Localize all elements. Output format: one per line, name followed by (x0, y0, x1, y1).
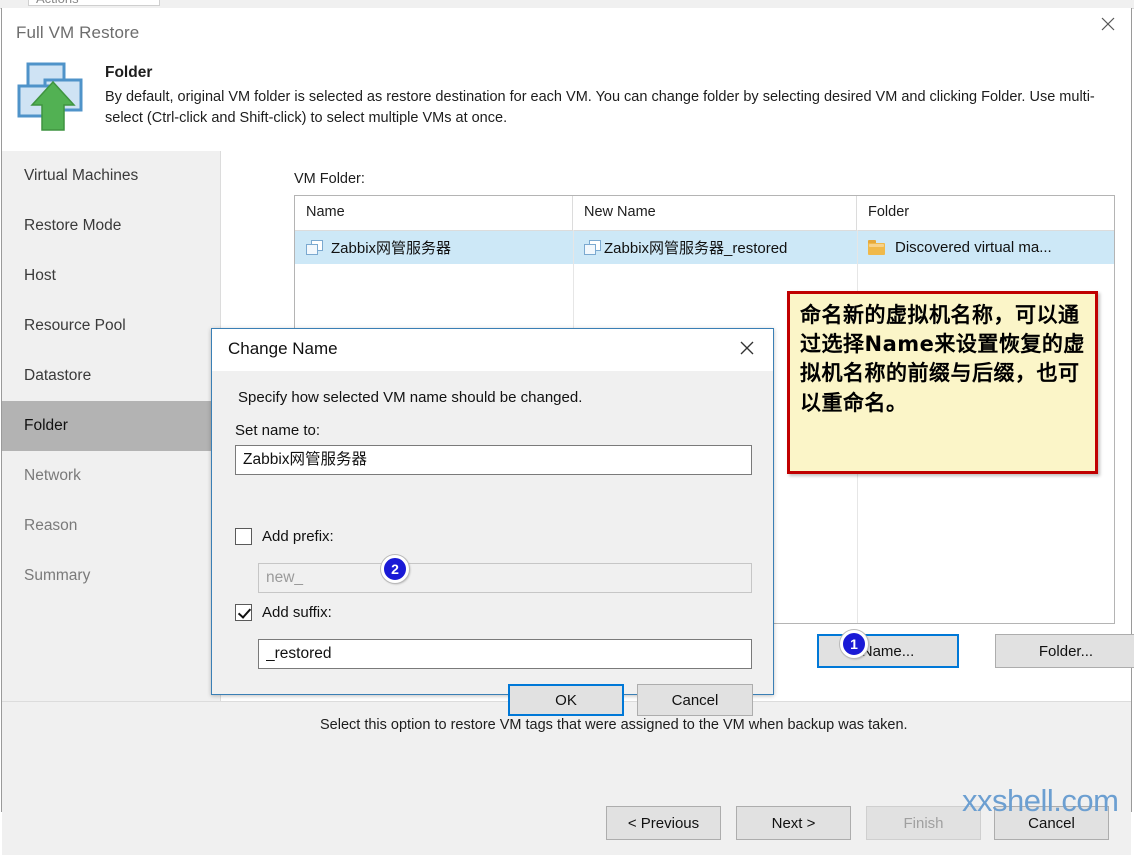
vm-restore-icon (16, 60, 96, 136)
sidebar-item-restore-mode[interactable]: Restore Mode (2, 201, 220, 251)
column-header-new-name[interactable]: New Name (573, 196, 857, 230)
page-title: Folder (105, 64, 153, 81)
cell-new-name-text: Zabbix网管服务器_restored (604, 240, 788, 257)
sidebar-item-host[interactable]: Host (2, 251, 220, 301)
watermark: xxshell.com (962, 783, 1119, 818)
previous-button[interactable]: < Previous (606, 806, 721, 840)
header-text-block: Folder By default, original VM folder is… (105, 64, 1115, 130)
sidebar-item-datastore[interactable]: Datastore (2, 351, 220, 401)
window-title: Full VM Restore (16, 23, 140, 42)
sidebar-item-virtual-machines[interactable]: Virtual Machines (2, 151, 220, 201)
close-icon[interactable] (1085, 8, 1131, 40)
description-strip-text: Select this option to restore VM tags th… (320, 717, 908, 733)
checkbox-box (235, 604, 252, 621)
vm-icon (584, 239, 601, 256)
dialog-cancel-button[interactable]: Cancel (637, 684, 753, 716)
sidebar-item-folder[interactable]: Folder (2, 401, 220, 451)
add-suffix-checkbox[interactable]: Add suffix: (235, 604, 332, 621)
sidebar-item-resource-pool[interactable]: Resource Pool (2, 301, 220, 351)
cell-new-name[interactable]: Zabbix网管服务器_restored (573, 231, 857, 264)
annotation-callout: 命名新的虚拟机名称，可以通过选择Name来设置恢复的虚拟机名称的前缀与后缀，也可… (787, 291, 1098, 474)
add-prefix-checkbox[interactable]: Add prefix: (235, 528, 334, 545)
cell-name[interactable]: Zabbix网管服务器 (295, 231, 573, 264)
table-header-row: Name New Name Folder (295, 196, 1114, 231)
ribbon-tab-actions[interactable]: Actions (36, 0, 79, 6)
set-name-input[interactable] (235, 445, 752, 475)
sidebar-item-network[interactable]: Network (2, 451, 220, 501)
next-button[interactable]: Next > (736, 806, 851, 840)
wizard-step-sidebar: Virtual Machines Restore Mode Host Resou… (2, 151, 221, 701)
wizard-header: Folder By default, original VM folder is… (2, 52, 1131, 152)
add-prefix-label: Add prefix: (262, 528, 334, 545)
prefix-input[interactable] (258, 563, 752, 593)
column-header-name[interactable]: Name (295, 196, 573, 230)
ok-button[interactable]: OK (508, 684, 624, 716)
cell-name-text: Zabbix网管服务器 (331, 240, 452, 257)
app-screenshot: Actions Full VM Restore (0, 0, 1134, 855)
dialog-instruction: Specify how selected VM name should be c… (238, 389, 583, 406)
dialog-titlebar: Change Name (212, 329, 773, 371)
cell-folder-text: Discovered virtual ma... (895, 239, 1052, 256)
dialog-title: Change Name (228, 339, 338, 358)
vm-icon (306, 239, 323, 256)
add-suffix-label: Add suffix: (262, 604, 332, 621)
folder-button[interactable]: Folder... (995, 634, 1134, 668)
wizard-titlebar: Full VM Restore (2, 8, 1131, 52)
set-name-label: Set name to: (235, 422, 321, 439)
step-badge-2: 2 (381, 555, 409, 583)
vm-folder-label: VM Folder: (294, 171, 365, 187)
column-header-folder[interactable]: Folder (857, 196, 1113, 230)
close-icon[interactable] (725, 332, 769, 364)
dialog-body: Specify how selected VM name should be c… (212, 371, 773, 716)
folder-icon (868, 239, 887, 256)
name-button[interactable]: Name... (817, 634, 959, 668)
sidebar-item-summary[interactable]: Summary (2, 551, 220, 601)
checkbox-box (235, 528, 252, 545)
change-name-dialog: Change Name Specify how selected VM name… (211, 328, 774, 716)
table-row[interactable]: Zabbix网管服务器 Zabbix网管服务器_restored Discove… (295, 231, 1114, 264)
suffix-input[interactable] (258, 639, 752, 669)
sidebar-item-reason[interactable]: Reason (2, 501, 220, 551)
cell-folder[interactable]: Discovered virtual ma... (857, 231, 1113, 264)
page-description: By default, original VM folder is select… (105, 89, 1095, 127)
step-badge-1: 1 (840, 630, 868, 658)
